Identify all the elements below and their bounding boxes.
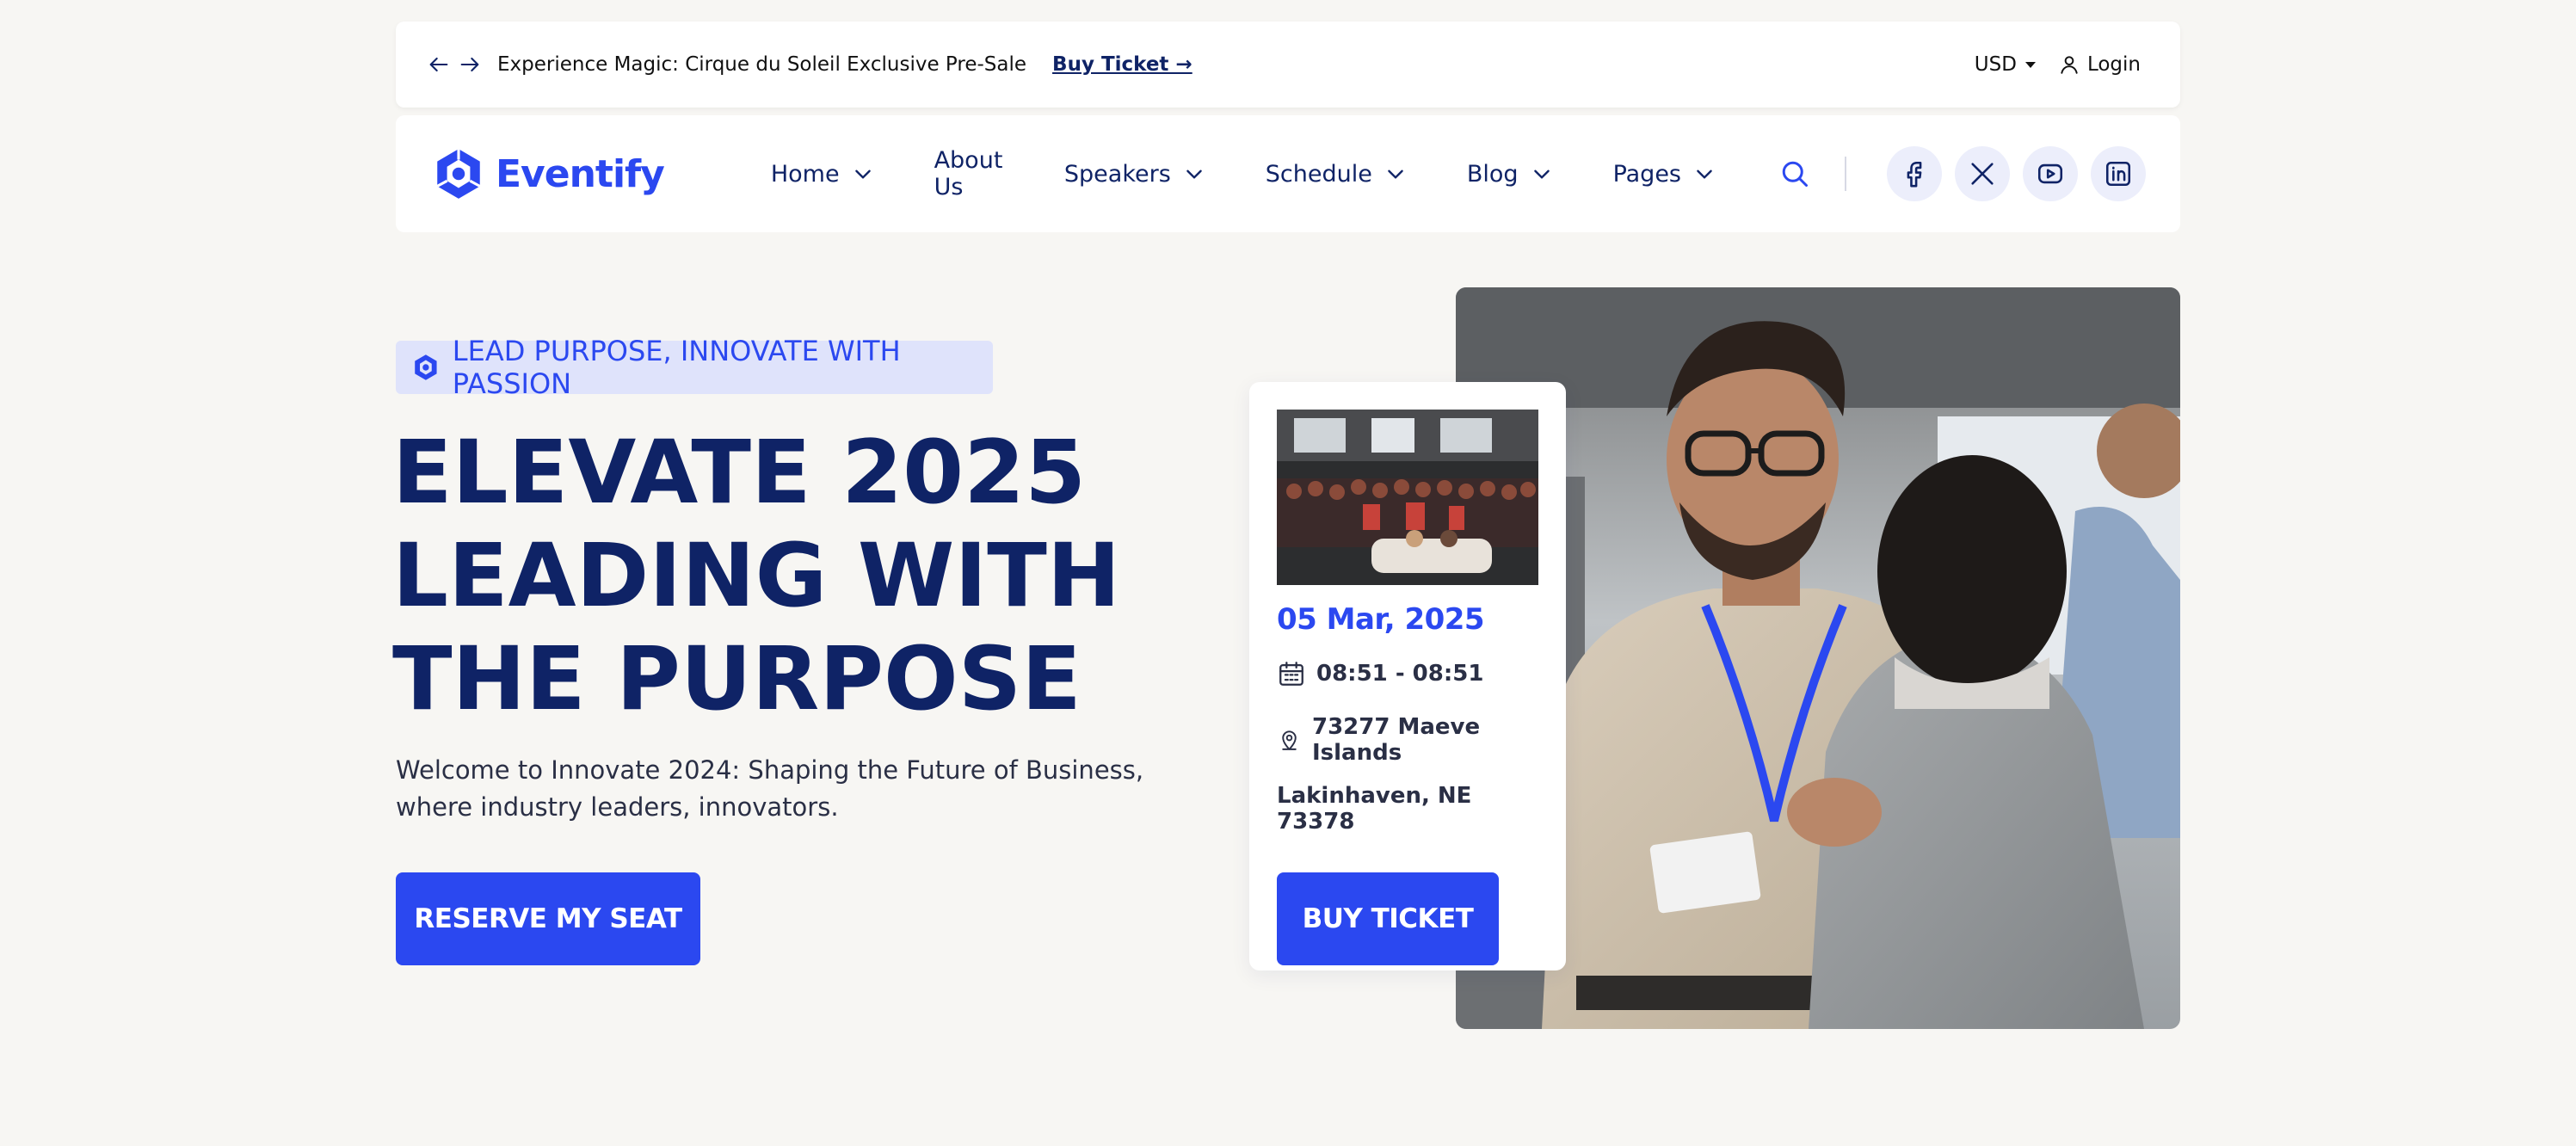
arrow-right-icon[interactable] xyxy=(454,49,485,80)
chevron-down-icon xyxy=(854,169,871,179)
buy-ticket-button[interactable]: BUY TICKET xyxy=(1277,872,1499,965)
nav-menu: Home About Us Speakers Schedule Blog Pag… xyxy=(771,147,1776,200)
tagline-text: LEAD PURPOSE, INNOVATE WITH PASSION xyxy=(452,335,901,400)
nav-item-schedule[interactable]: Schedule xyxy=(1266,161,1407,188)
logo-icon xyxy=(436,149,481,199)
nav-item-label: Speakers xyxy=(1063,160,1171,188)
chevron-down-icon xyxy=(1186,169,1202,179)
main-navbar: Eventify Home About Us Speakers Schedule… xyxy=(396,115,2180,232)
logo[interactable]: Eventify xyxy=(430,145,665,202)
nav-item-home[interactable]: Home xyxy=(771,161,874,188)
currency-label: USD xyxy=(1974,53,2017,76)
headline-line: ELEVATE 2025 xyxy=(392,422,1087,524)
calendar-icon xyxy=(1279,662,1303,686)
currency-select[interactable]: USD xyxy=(1975,53,2036,76)
nav-item-label: Pages xyxy=(1612,160,1681,188)
hero-headline: ELEVATE 2025 LEADING WITH THE PURPOSE xyxy=(392,422,1167,731)
nav-item-label: Schedule xyxy=(1265,160,1372,188)
nav-item-speakers[interactable]: Speakers xyxy=(1064,161,1205,188)
location-pin-icon xyxy=(1282,730,1297,750)
tagline-badge: LEAD PURPOSE, INNOVATE WITH PASSION xyxy=(396,335,993,400)
event-image xyxy=(1277,410,1538,585)
nav-item-label: Home xyxy=(770,160,840,188)
divider xyxy=(1845,157,1846,191)
nav-item-label: About Us xyxy=(934,147,1003,200)
event-card: 05 Mar, 2025 08:51 - 08:51 73277 Maeve I… xyxy=(1249,382,1566,970)
announcement-bar: Experience Magic: Cirque du Soleil Exclu… xyxy=(396,22,2180,108)
chevron-down-icon xyxy=(1388,169,1403,179)
headline-line: THE PURPOSE xyxy=(392,628,1082,730)
event-address: 73277 Maeve Islands Lakinhaven, NE 73378 xyxy=(1277,714,1538,835)
linkedin-icon[interactable] xyxy=(2091,146,2146,201)
facebook-icon[interactable] xyxy=(1887,146,1942,201)
headline-line: LEADING WITH xyxy=(392,525,1121,627)
youtube-icon[interactable] xyxy=(2023,146,2078,201)
logo-icon xyxy=(415,354,437,380)
nav-item-pages[interactable]: Pages xyxy=(1613,161,1716,188)
login-label: Login xyxy=(2086,53,2141,76)
event-time-label: 08:51 - 08:51 xyxy=(1316,661,1484,687)
buy-ticket-link[interactable]: Buy Ticket → xyxy=(1052,53,1192,76)
event-time: 08:51 - 08:51 xyxy=(1277,659,1538,688)
reserve-seat-button[interactable]: RESERVE MY SEAT xyxy=(396,872,700,965)
promo-text: Experience Magic: Cirque du Soleil Exclu… xyxy=(497,53,1027,76)
arrow-left-icon[interactable] xyxy=(423,49,454,80)
chevron-down-icon xyxy=(1697,169,1712,179)
nav-item-label: Blog xyxy=(1466,160,1519,188)
address-line-1: 73277 Maeve Islands xyxy=(1312,714,1481,766)
logo-text: Eventify xyxy=(496,151,665,196)
user-icon xyxy=(2061,56,2078,74)
caret-down-icon xyxy=(2024,61,2036,68)
chevron-down-icon xyxy=(1533,169,1550,179)
x-icon[interactable] xyxy=(1955,146,2010,201)
nav-right xyxy=(1776,146,2146,201)
search-icon[interactable] xyxy=(1776,155,1814,193)
event-date: 05 Mar, 2025 xyxy=(1277,602,1485,637)
login-button[interactable]: Login xyxy=(2058,53,2141,76)
hero-description: Welcome to Innovate 2024: Shaping the Fu… xyxy=(396,755,1144,822)
nav-item-about-us[interactable]: About Us xyxy=(934,147,1004,200)
nav-item-blog[interactable]: Blog xyxy=(1467,161,1553,188)
address-line-2: Lakinhaven, NE 73378 xyxy=(1277,783,1472,835)
